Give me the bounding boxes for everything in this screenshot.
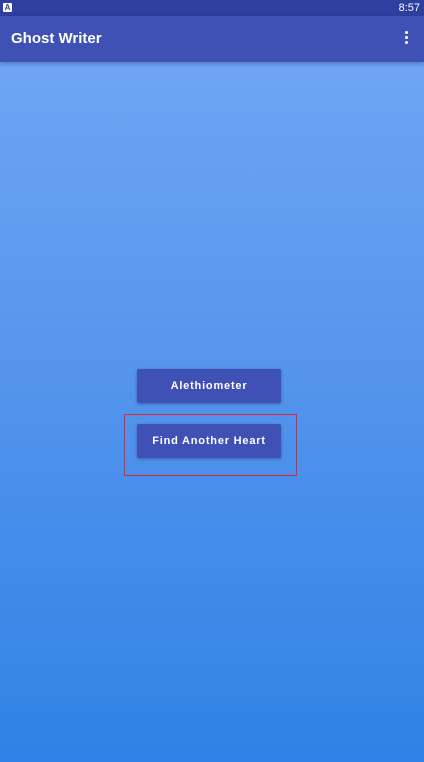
menu-dot [404,36,408,39]
notification-app-icon: A [3,3,12,12]
menu-dot [404,41,408,44]
status-bar: A 8:57 [0,0,424,16]
app-screen: A 8:57 Ghost Writer Alethiometer Find An… [0,0,424,762]
app-bar: Ghost Writer [0,16,424,62]
app-title: Ghost Writer [11,30,102,47]
find-another-heart-button[interactable]: Find Another Heart [137,424,281,458]
status-time: 8:57 [398,2,420,14]
menu-dot [404,31,408,34]
alethiometer-button[interactable]: Alethiometer [137,369,281,403]
more-vert-icon[interactable] [402,31,410,47]
